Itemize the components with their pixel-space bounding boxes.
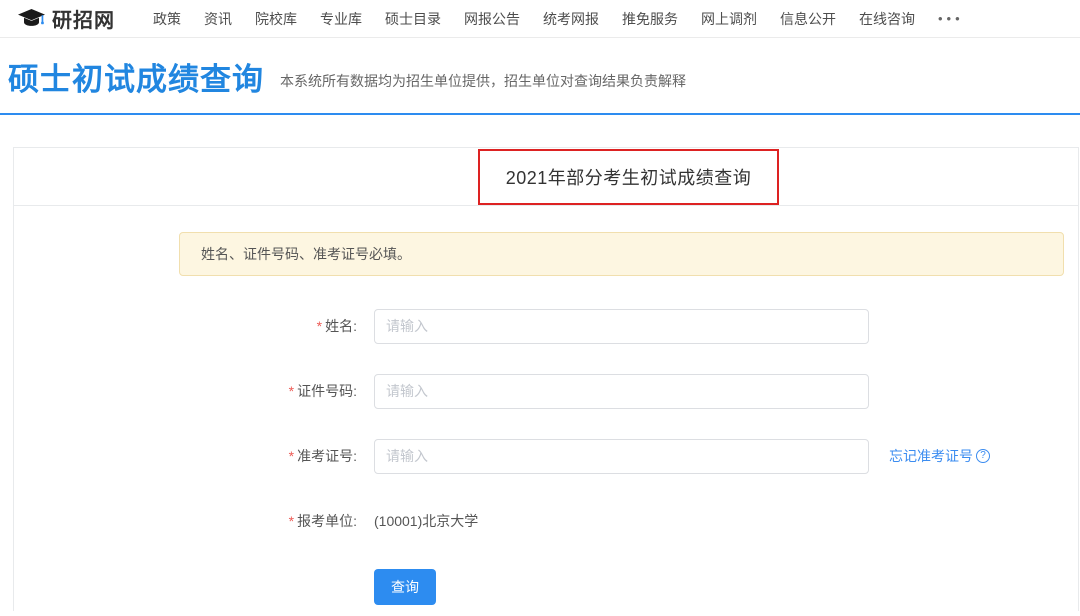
card-body: 姓名、证件号码、准考证号必填。 *姓名: *证件号码: *准考证号: 忘记准考证…: [14, 206, 1078, 605]
site-logo[interactable]: 研招网: [18, 4, 115, 33]
blue-divider: [0, 113, 1080, 115]
card-header: 2021年部分考生初试成绩查询: [14, 148, 1078, 206]
name-input[interactable]: [374, 309, 869, 344]
form-row-id-number: *证件号码:: [179, 374, 1064, 409]
nav-item-master-catalog[interactable]: 硕士目录: [385, 9, 441, 29]
nav-more-ellipsis[interactable]: •••: [938, 11, 964, 26]
required-asterisk: *: [289, 383, 294, 399]
required-asterisk: *: [289, 448, 294, 464]
required-asterisk: *: [317, 318, 322, 334]
notice-text: 姓名、证件号码、准考证号必填。: [201, 244, 411, 264]
logo-text: 研招网: [52, 4, 115, 33]
nav-item-unified-exam-report[interactable]: 统考网报: [543, 9, 599, 29]
top-nav: 研招网 政策 资讯 院校库 专业库 硕士目录 网报公告 统考网报 推免服务 网上…: [0, 0, 1080, 38]
forgot-ticket-link[interactable]: 忘记准考证号?: [889, 446, 990, 466]
nav-item-exemption-service[interactable]: 推免服务: [622, 9, 678, 29]
id-number-input[interactable]: [374, 374, 869, 409]
nav-item-policy[interactable]: 政策: [153, 9, 181, 29]
ticket-number-input[interactable]: [374, 439, 869, 474]
red-annotation-box: 2021年部分考生初试成绩查询: [478, 149, 780, 205]
page-header: 硕士初试成绩查询 本系统所有数据均为招生单位提供，招生单位对查询结果负责解释: [0, 38, 1080, 98]
name-label: *姓名:: [179, 316, 357, 336]
form-row-submit: 查询: [179, 569, 1064, 605]
required-fields-notice: 姓名、证件号码、准考证号必填。: [179, 232, 1064, 276]
help-question-icon: ?: [976, 449, 990, 463]
page-subtitle: 本系统所有数据均为招生单位提供，招生单位对查询结果负责解释: [280, 71, 686, 98]
required-asterisk: *: [289, 513, 294, 529]
apply-unit-value: (10001)北京大学: [374, 511, 478, 531]
query-button[interactable]: 查询: [374, 569, 436, 605]
ticket-number-label: *准考证号:: [179, 446, 357, 466]
card-title: 2021年部分考生初试成绩查询: [506, 164, 752, 190]
score-query-form: *姓名: *证件号码: *准考证号: 忘记准考证号? *报考单位: (10001…: [179, 309, 1064, 605]
form-row-name: *姓名:: [179, 309, 1064, 344]
nav-item-news[interactable]: 资讯: [204, 9, 232, 29]
nav-item-major-library[interactable]: 专业库: [320, 9, 362, 29]
page-title: 硕士初试成绩查询: [8, 62, 264, 98]
form-row-ticket-number: *准考证号: 忘记准考证号?: [179, 439, 1064, 474]
form-row-apply-unit: *报考单位: (10001)北京大学: [179, 504, 1064, 539]
score-query-card: 2021年部分考生初试成绩查询 姓名、证件号码、准考证号必填。 *姓名: *证件…: [13, 147, 1079, 611]
nav-item-info-disclosure[interactable]: 信息公开: [780, 9, 836, 29]
id-number-label: *证件号码:: [179, 381, 357, 401]
nav-item-online-adjustment[interactable]: 网上调剂: [701, 9, 757, 29]
nav-item-school-library[interactable]: 院校库: [255, 9, 297, 29]
apply-unit-label: *报考单位:: [179, 511, 357, 531]
graduation-cap-icon: [18, 9, 52, 28]
nav-item-online-consult[interactable]: 在线咨询: [859, 9, 915, 29]
nav-item-online-report-notice[interactable]: 网报公告: [464, 9, 520, 29]
